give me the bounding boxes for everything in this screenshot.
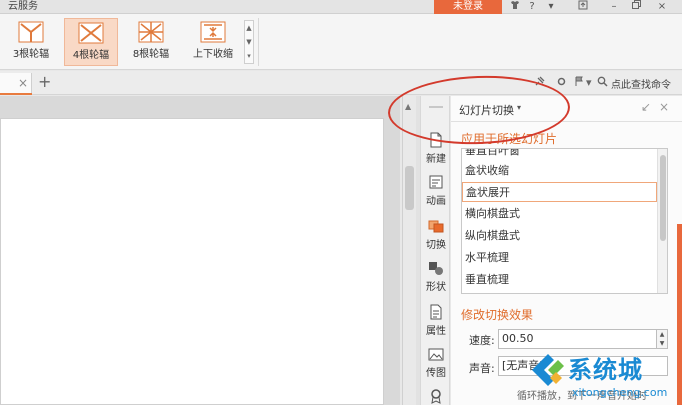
- sidebar-item-label: 形状: [426, 282, 446, 293]
- dock-icon[interactable]: ↙: [641, 100, 651, 114]
- close-icon[interactable]: ×: [656, 0, 668, 14]
- flag-icon[interactable]: [574, 76, 585, 90]
- add-tab-icon[interactable]: +: [38, 72, 51, 91]
- sidebar-item-upload-image[interactable]: 传图: [421, 342, 451, 386]
- list-item[interactable]: 横向棋盘式: [462, 204, 657, 224]
- list-item[interactable]: 垂直百叶窗: [462, 149, 657, 161]
- scrollbar-thumb[interactable]: [660, 155, 666, 241]
- gallery-item-label: 3根轮辐: [12, 49, 50, 60]
- sidebar-item-more[interactable]: [421, 384, 451, 404]
- speed-stepper[interactable]: ▲ ▼: [656, 329, 668, 349]
- wheel-icon: [18, 21, 44, 43]
- chevron-down-icon[interactable]: ▾: [586, 76, 592, 89]
- gallery-item-label: 4根轮辐: [72, 50, 110, 61]
- document-tabs-bar: × + ▾ 点此查找命令: [0, 71, 682, 95]
- cloud-service-menu[interactable]: 云服务: [8, 0, 38, 13]
- list-item[interactable]: 垂直梳理: [462, 270, 657, 290]
- gallery-item-label: 上下收缩: [193, 49, 233, 60]
- gallery-item-3-spokes[interactable]: 3根轮辐: [4, 18, 58, 66]
- gallery-item-4-spokes[interactable]: 4根轮辐: [64, 18, 118, 66]
- list-item[interactable]: 纵向棋盘式: [462, 226, 657, 246]
- list-item[interactable]: 水平梳理: [462, 248, 657, 268]
- shirt-icon[interactable]: [508, 0, 522, 14]
- animation-icon: [429, 175, 443, 189]
- search-icon: [597, 76, 608, 90]
- watermark: 系统城 xitongcheng.com: [528, 348, 682, 405]
- scrollbar-thumb[interactable]: [405, 166, 414, 210]
- speed-label: 速度:: [469, 334, 495, 347]
- shrink-vertical-icon: [200, 21, 226, 43]
- wheel-icon: [138, 21, 164, 43]
- workspace-scrollbar[interactable]: ▲: [402, 96, 416, 405]
- watermark-url: xitongcheng.com: [572, 386, 668, 399]
- close-pane-icon[interactable]: ×: [659, 100, 669, 114]
- award-icon: [431, 389, 441, 404]
- transition-icon: [428, 220, 444, 233]
- slide-canvas[interactable]: [0, 118, 384, 405]
- settings-icon[interactable]: [556, 76, 567, 90]
- gallery-item-shrink-vertical[interactable]: 上下收缩: [186, 18, 240, 66]
- gallery-item-8-spokes[interactable]: 8根轮辐: [124, 18, 178, 66]
- sidebar-item-label: 动画: [426, 196, 446, 207]
- wheel-icon: [78, 22, 104, 44]
- watermark-name: 系统城: [568, 356, 643, 384]
- logo-icon: [532, 354, 564, 386]
- login-button[interactable]: 未登录: [434, 0, 502, 14]
- help-icon[interactable]: ?: [524, 0, 540, 14]
- slide-workspace: [0, 96, 400, 405]
- shape-icon: [429, 262, 443, 275]
- ribbon: 3根轮辐 4根轮辐 8根轮辐 上下收缩 ▲ ▼ ▾: [0, 14, 682, 70]
- divider: [258, 18, 259, 66]
- minimize-icon[interactable]: –: [608, 0, 620, 14]
- document-tab[interactable]: ×: [0, 73, 32, 95]
- active-tab-indicator: [0, 93, 32, 95]
- sidebar-item-transition[interactable]: 切换: [421, 214, 451, 258]
- speed-input[interactable]: 00.50: [498, 329, 658, 349]
- list-scrollbar[interactable]: [657, 149, 667, 293]
- list-item-selected[interactable]: 盒状展开: [462, 182, 657, 202]
- list-item[interactable]: 盒状收缩: [462, 161, 657, 181]
- sidebar-item-label: 传图: [426, 368, 446, 379]
- gallery-scroll[interactable]: ▲ ▼ ▾: [244, 20, 254, 64]
- transition-list[interactable]: 垂直百叶窗 盒状收缩 盒状展开 横向棋盘式 纵向棋盘式 水平梳理 垂直梳理: [461, 148, 668, 294]
- upload-image-icon: [428, 348, 444, 361]
- find-command-input[interactable]: 点此查找命令: [611, 76, 671, 91]
- upload-icon[interactable]: [576, 0, 590, 14]
- sidebar-item-label: 属性: [426, 326, 446, 337]
- chevron-down-icon[interactable]: ▾: [546, 0, 556, 14]
- sidebar-item-animation[interactable]: 动画: [421, 170, 451, 214]
- sidebar-item-properties[interactable]: 属性: [421, 300, 451, 344]
- sidebar-item-label: 新建: [426, 154, 446, 165]
- restore-icon[interactable]: [630, 0, 642, 14]
- sidebar-item-shape[interactable]: 形状: [421, 256, 451, 300]
- properties-icon: [430, 304, 442, 320]
- title-bar: 云服务 未登录 ? ▾ – ×: [0, 0, 682, 14]
- gallery-item-label: 8根轮辐: [132, 49, 170, 60]
- sound-label: 声音:: [469, 362, 495, 375]
- close-tab-icon[interactable]: ×: [18, 76, 28, 90]
- modify-section-title: 修改切换效果: [461, 308, 534, 322]
- sidebar-item-label: 切换: [426, 240, 446, 251]
